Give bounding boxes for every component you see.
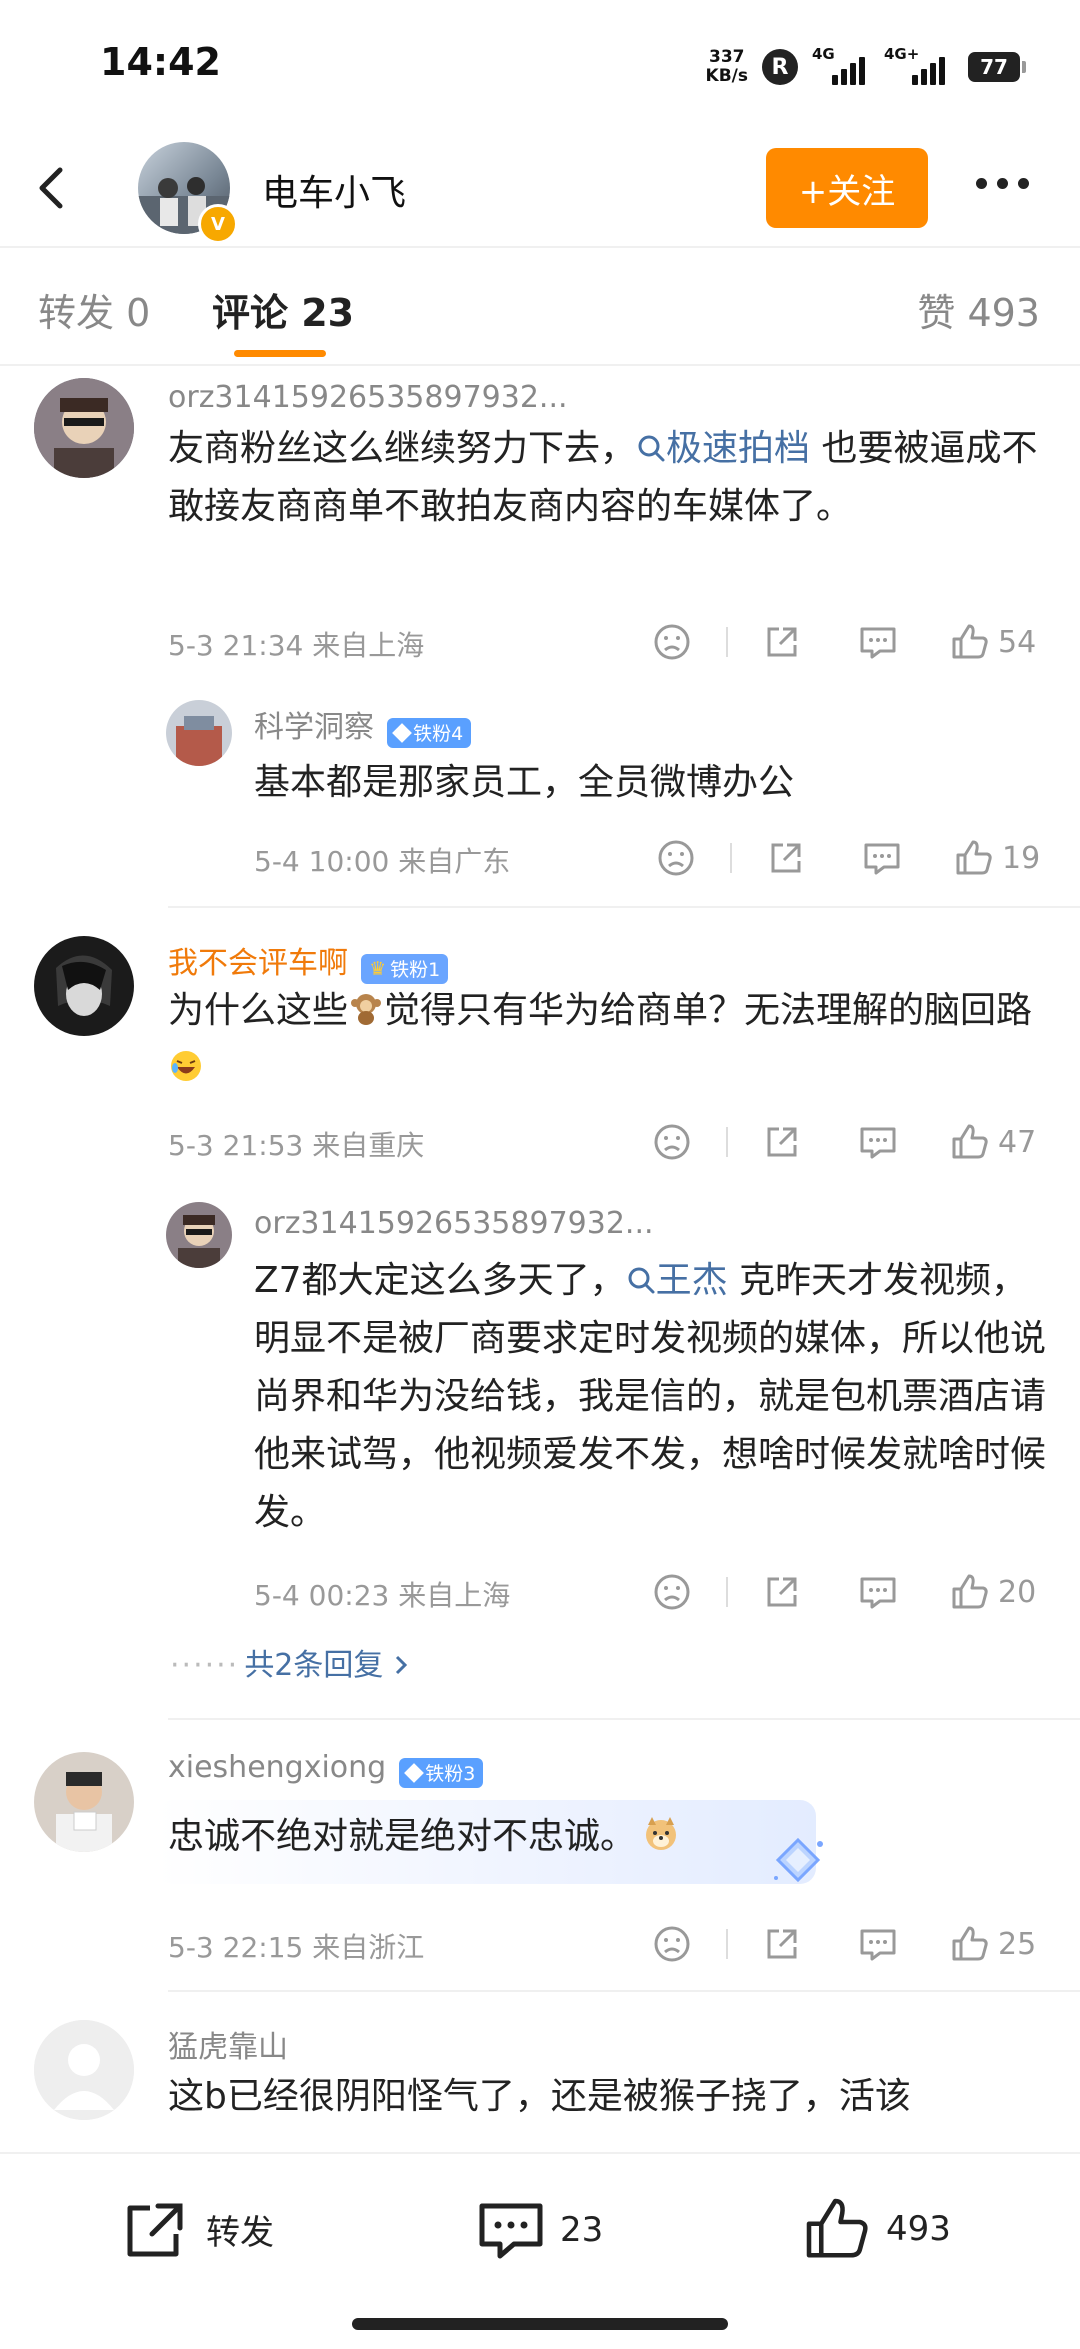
reply-meta: 5-4 00:23 来自上海 [254, 1579, 511, 1612]
like-icon[interactable] [950, 1924, 990, 1964]
monkey-emoji-icon [348, 986, 384, 1025]
dislike-icon[interactable] [652, 622, 692, 662]
diamond-decoration-icon [774, 1837, 823, 1883]
share-icon[interactable] [762, 1924, 802, 1964]
comment-meta: 5-3 21:53 来自重庆 [168, 1129, 425, 1162]
page-title[interactable]: 电车小飞 [262, 164, 406, 216]
tab-repost[interactable]: 转发 0 [38, 282, 150, 337]
search-icon [628, 1267, 655, 1294]
comment-icon [479, 2203, 543, 2259]
reply-icon[interactable] [858, 1572, 898, 1612]
comment-text: 为什么这些 觉得只有华为给商单？无法理解的脑回路 [168, 982, 1048, 1098]
dislike-icon[interactable] [652, 1924, 692, 1964]
laughing-emoji-icon [168, 1044, 204, 1081]
more-replies-link[interactable]: ······ 共2条回复 [170, 1640, 413, 1684]
reply-username[interactable]: 科学洞察 [254, 710, 374, 745]
repost-button[interactable]: 转发 [122, 2198, 274, 2260]
doge-emoji-icon [642, 1813, 680, 1851]
dislike-icon[interactable] [656, 838, 696, 878]
like-count: 19 [1002, 840, 1041, 876]
like-icon[interactable] [950, 622, 990, 662]
home-indicator[interactable] [352, 2318, 728, 2330]
dislike-icon[interactable] [652, 1122, 692, 1162]
reply-meta: 5-4 10:00 来自广东 [254, 845, 511, 878]
r-icon: R [762, 49, 798, 85]
comment-actions: 47 [652, 1122, 1036, 1162]
tab-comments[interactable]: 评论 23 [212, 282, 354, 337]
comment-username[interactable]: 猛虎靠山 [168, 2022, 288, 2066]
back-arrow-icon[interactable] [24, 160, 80, 216]
comment-text: 这b已经很阴阳怪气了，还是被猴子挠了，活该 [168, 2076, 911, 2117]
like-icon[interactable] [950, 1122, 990, 1162]
reply-text: Z7都大定这么多天了， 王杰 克昨天才发视频，明显不是被厂商要求定时发视频的媒体，… [254, 1260, 1047, 1533]
reply-icon[interactable] [858, 622, 898, 662]
like-icon [806, 2198, 868, 2258]
status-time: 14:42 [100, 40, 221, 84]
comment-meta: 5-3 21:34 来自上海 [168, 629, 425, 662]
verified-badge-icon: V [198, 204, 238, 244]
chevron-right-icon [395, 1655, 407, 1675]
comment-actions: 25 [652, 1924, 1036, 1964]
header-divider [0, 246, 1080, 248]
like-icon[interactable] [954, 838, 994, 878]
reply-username[interactable]: orz31415926535897932... [254, 1206, 654, 1241]
reply-actions: 20 [652, 1572, 1036, 1612]
like-count: 20 [998, 1574, 1037, 1610]
comment-text: 友商粉丝这么继续努力下去， 极速拍档 也要被逼成不敢接友商商单不敢拍友商内容的车媒… [168, 428, 1038, 527]
topic-link[interactable]: 王杰 [626, 1260, 728, 1301]
signal-icon-2: 4G+ [884, 45, 954, 85]
tabs-divider [0, 364, 1080, 366]
share-icon[interactable] [762, 1572, 802, 1612]
net-speed: 337 KB/s [705, 47, 748, 86]
comment-button[interactable]: 23 [476, 2198, 603, 2262]
like-button[interactable]: 493 [802, 2194, 951, 2264]
like-icon[interactable] [950, 1572, 990, 1612]
avatar[interactable] [34, 1752, 134, 1852]
like-count: 47 [998, 1124, 1037, 1160]
avatar[interactable] [166, 700, 232, 766]
comment-divider [168, 1990, 1080, 1992]
more-options-icon[interactable] [976, 178, 1029, 189]
search-icon [638, 435, 665, 462]
comment-username[interactable]: orz31415926535897932... [168, 380, 568, 415]
reply-icon[interactable] [858, 1924, 898, 1964]
reply-icon[interactable] [862, 838, 902, 878]
share-icon[interactable] [762, 622, 802, 662]
comment-text: 忠诚不绝对就是绝对不忠诚。 [168, 1808, 680, 1866]
topic-link[interactable]: 极速拍档 [636, 428, 810, 469]
battery-icon: 77 [968, 52, 1026, 82]
fan-badge: 铁粉4 [387, 717, 472, 748]
share-icon[interactable] [766, 838, 806, 878]
share-icon[interactable] [762, 1122, 802, 1162]
fan-badge: 铁粉3 [399, 1757, 484, 1788]
like-count: 25 [998, 1926, 1037, 1962]
reply-icon[interactable] [858, 1122, 898, 1162]
avatar[interactable] [34, 936, 134, 1036]
reply-text: 基本都是那家员工，全员微博办公 [254, 762, 795, 803]
comment-username[interactable]: 我不会评车啊 [168, 946, 348, 981]
status-icons: 337 KB/s R 4G 4G+ 77 [705, 45, 1026, 86]
reply-actions: 19 [656, 838, 1040, 878]
comment-meta: 5-3 22:15 来自浙江 [168, 1931, 425, 1964]
comment-divider [168, 1718, 1080, 1720]
tab-likes[interactable]: 赞 493 [917, 282, 1040, 337]
comment-header: 我不会评车啊 ♛ 铁粉1 [168, 938, 449, 984]
follow-button[interactable]: +关注 [766, 148, 928, 228]
tab-indicator [234, 350, 326, 357]
avatar[interactable] [166, 1202, 232, 1268]
signal-icon: 4G [812, 45, 870, 85]
avatar[interactable] [34, 2020, 134, 2120]
reply-header: 科学洞察 铁粉4 [254, 702, 472, 748]
like-count: 54 [998, 624, 1037, 660]
dislike-icon[interactable] [652, 1572, 692, 1612]
comment-divider [168, 906, 1080, 908]
comment-actions: 54 [652, 622, 1036, 662]
avatar[interactable] [34, 378, 134, 478]
repost-icon [127, 2203, 183, 2257]
fan-badge: ♛ 铁粉1 [361, 953, 449, 984]
comment-header: xieshengxiong 铁粉3 [168, 1750, 484, 1788]
comment-username[interactable]: xieshengxiong [168, 1750, 386, 1785]
